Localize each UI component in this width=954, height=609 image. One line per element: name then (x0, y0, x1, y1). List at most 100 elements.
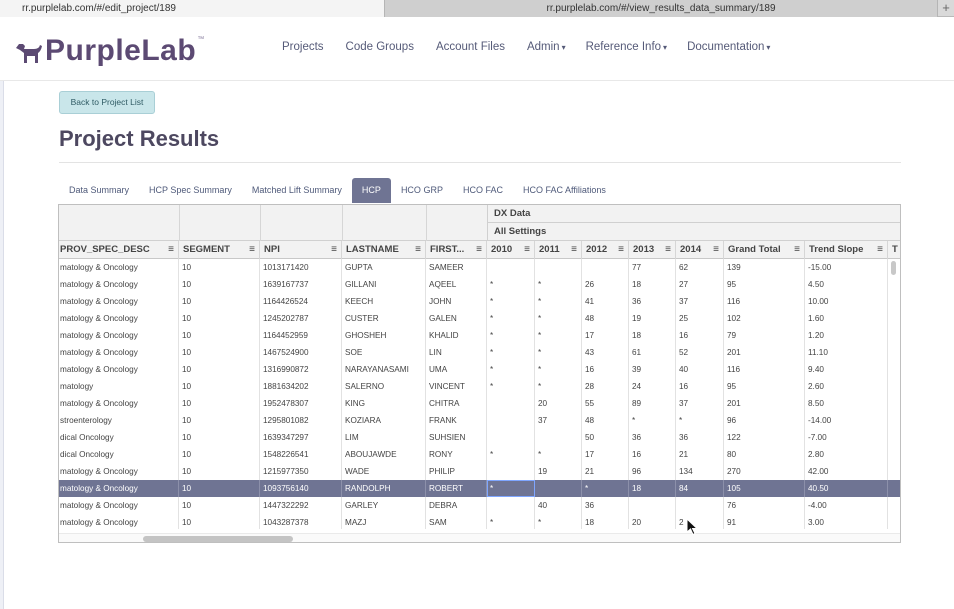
browser-tab-results-summary[interactable]: rr.purplelab.com/#/view_results_data_sum… (385, 0, 938, 17)
table-cell[interactable]: 42.00 (805, 463, 888, 480)
table-cell[interactable]: -7.00 (805, 429, 888, 446)
table-cell[interactable]: 10 (179, 344, 260, 361)
table-cell[interactable]: 9.40 (805, 361, 888, 378)
grid-body[interactable]: matology & Oncology 10 1013171420 GUPTA SAME… (59, 259, 900, 529)
table-cell[interactable]: 20 (535, 395, 582, 412)
table-cell[interactable]: AQEEL (426, 276, 487, 293)
table-cell[interactable]: -14.00 (805, 412, 888, 429)
table-cell[interactable]: ABOUJAWDE (342, 446, 426, 463)
table-cell[interactable]: 95 (724, 276, 805, 293)
table-cell[interactable]: GUPTA (342, 259, 426, 276)
table-cell[interactable]: KOZIARA (342, 412, 426, 429)
table-cell[interactable]: DEBRA (426, 497, 487, 514)
table-cell[interactable]: 25 (676, 310, 724, 327)
table-cell[interactable]: 1043287378 (260, 514, 342, 529)
table-cell[interactable]: 76 (724, 497, 805, 514)
table-cell[interactable]: LIM (342, 429, 426, 446)
table-cell[interactable] (487, 412, 535, 429)
table-cell[interactable]: 50 (582, 429, 629, 446)
table-row[interactable]: matology 10 1881634202 SALERNO VINCENT * * 28 24… (59, 378, 900, 395)
table-cell[interactable]: 10 (179, 514, 260, 529)
table-cell[interactable]: * (487, 446, 535, 463)
horizontal-scrollbar[interactable] (143, 536, 293, 542)
table-cell[interactable]: matology & Oncology (59, 276, 179, 293)
back-to-project-list-button[interactable]: Back to Project List (59, 91, 155, 114)
table-cell[interactable]: 18 (629, 480, 676, 497)
table-cell[interactable]: 1013171420 (260, 259, 342, 276)
table-cell[interactable]: KHALID (426, 327, 487, 344)
table-cell[interactable]: 52 (676, 344, 724, 361)
table-cell[interactable]: * (487, 480, 535, 497)
table-cell[interactable]: 105 (724, 480, 805, 497)
table-cell[interactable]: -15.00 (805, 259, 888, 276)
table-cell[interactable] (487, 429, 535, 446)
column-header[interactable]: 2014 ≡ (676, 241, 724, 259)
table-cell[interactable]: 21 (582, 463, 629, 480)
table-cell[interactable]: * (535, 327, 582, 344)
table-cell[interactable]: 27 (676, 276, 724, 293)
table-cell[interactable]: matology & Oncology (59, 497, 179, 514)
table-cell[interactable]: matology & Oncology (59, 480, 179, 497)
table-cell[interactable]: SALERNO (342, 378, 426, 395)
table-cell[interactable]: * (487, 310, 535, 327)
table-cell[interactable] (535, 480, 582, 497)
table-cell[interactable]: 10 (179, 429, 260, 446)
table-cell[interactable]: * (487, 327, 535, 344)
nav-account-files[interactable]: Account Files (436, 41, 507, 53)
column-menu-icon[interactable]: ≡ (571, 241, 577, 259)
table-cell[interactable]: 201 (724, 395, 805, 412)
table-cell[interactable]: matology & Oncology (59, 361, 179, 378)
table-cell[interactable]: * (535, 378, 582, 395)
table-row[interactable]: matology & Oncology 10 1043287378 MAZJ SAM * *… (59, 514, 900, 529)
table-row[interactable]: matology & Oncology 10 1639167737 GILLANI AQ… (59, 276, 900, 293)
table-cell[interactable]: RANDOLPH (342, 480, 426, 497)
table-cell[interactable]: GARLEY (342, 497, 426, 514)
table-cell[interactable]: 17 (582, 327, 629, 344)
tab-hco-grp[interactable]: HCO GRP (391, 178, 453, 203)
table-cell[interactable]: 139 (724, 259, 805, 276)
table-cell[interactable]: matology & Oncology (59, 293, 179, 310)
column-header[interactable]: SEGMENT ≡ (179, 241, 260, 259)
table-cell[interactable]: 10 (179, 412, 260, 429)
table-cell[interactable]: 16 (582, 361, 629, 378)
table-cell[interactable]: 1447322292 (260, 497, 342, 514)
column-menu-icon[interactable]: ≡ (524, 241, 530, 259)
table-cell[interactable]: 89 (629, 395, 676, 412)
table-row[interactable]: dical Oncology 10 1639347297 LIM SUHSIEN 50 36… (59, 429, 900, 446)
table-cell[interactable]: 122 (724, 429, 805, 446)
column-menu-icon[interactable]: ≡ (877, 241, 883, 259)
table-cell[interactable]: GHOSHEH (342, 327, 426, 344)
table-cell[interactable]: 41 (582, 293, 629, 310)
table-cell[interactable]: 1245202787 (260, 310, 342, 327)
table-cell[interactable]: * (535, 293, 582, 310)
table-cell[interactable]: 1164452959 (260, 327, 342, 344)
table-cell[interactable]: KING (342, 395, 426, 412)
table-cell[interactable]: GILLANI (342, 276, 426, 293)
table-cell[interactable]: SUHSIEN (426, 429, 487, 446)
table-cell[interactable]: 19 (535, 463, 582, 480)
table-cell[interactable]: 1639347297 (260, 429, 342, 446)
table-cell[interactable]: 77 (629, 259, 676, 276)
table-cell[interactable]: 24 (629, 378, 676, 395)
column-header[interactable]: LASTNAME ≡ (342, 241, 426, 259)
table-cell[interactable]: 36 (582, 497, 629, 514)
table-row[interactable]: matology & Oncology 10 1164426524 KEECH JOHN… (59, 293, 900, 310)
nav-admin[interactable]: Admin ▾ (527, 41, 566, 53)
table-cell[interactable]: 10 (179, 463, 260, 480)
table-cell[interactable]: * (676, 412, 724, 429)
table-cell[interactable]: JOHN (426, 293, 487, 310)
column-header[interactable]: NPI ≡ (260, 241, 342, 259)
column-header[interactable]: PROV_SPEC_DESC ≡ (59, 241, 179, 259)
table-cell[interactable] (676, 497, 724, 514)
column-menu-icon[interactable]: ≡ (331, 241, 337, 259)
table-cell[interactable]: 61 (629, 344, 676, 361)
purplelab-logo[interactable]: PurpleLab ™ (12, 34, 204, 66)
column-menu-icon[interactable]: ≡ (665, 241, 671, 259)
table-cell[interactable]: -4.00 (805, 497, 888, 514)
table-cell[interactable]: ROBERT (426, 480, 487, 497)
table-cell[interactable]: * (535, 361, 582, 378)
table-cell[interactable]: 20 (629, 514, 676, 529)
table-cell[interactable]: * (487, 514, 535, 529)
column-menu-icon[interactable]: ≡ (476, 241, 482, 259)
table-row[interactable]: matology & Oncology 10 1013171420 GUPTA SAME… (59, 259, 900, 276)
